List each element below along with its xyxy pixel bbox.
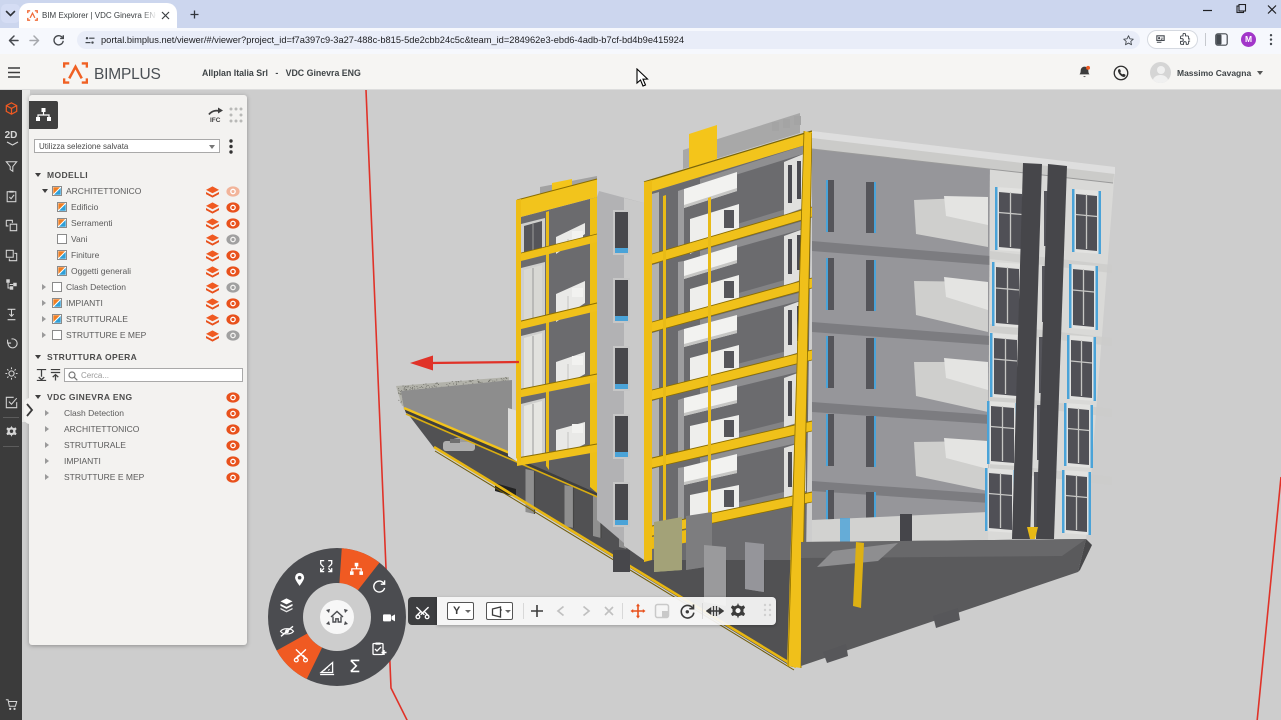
svg-text:IFC: IFC bbox=[210, 117, 221, 123]
